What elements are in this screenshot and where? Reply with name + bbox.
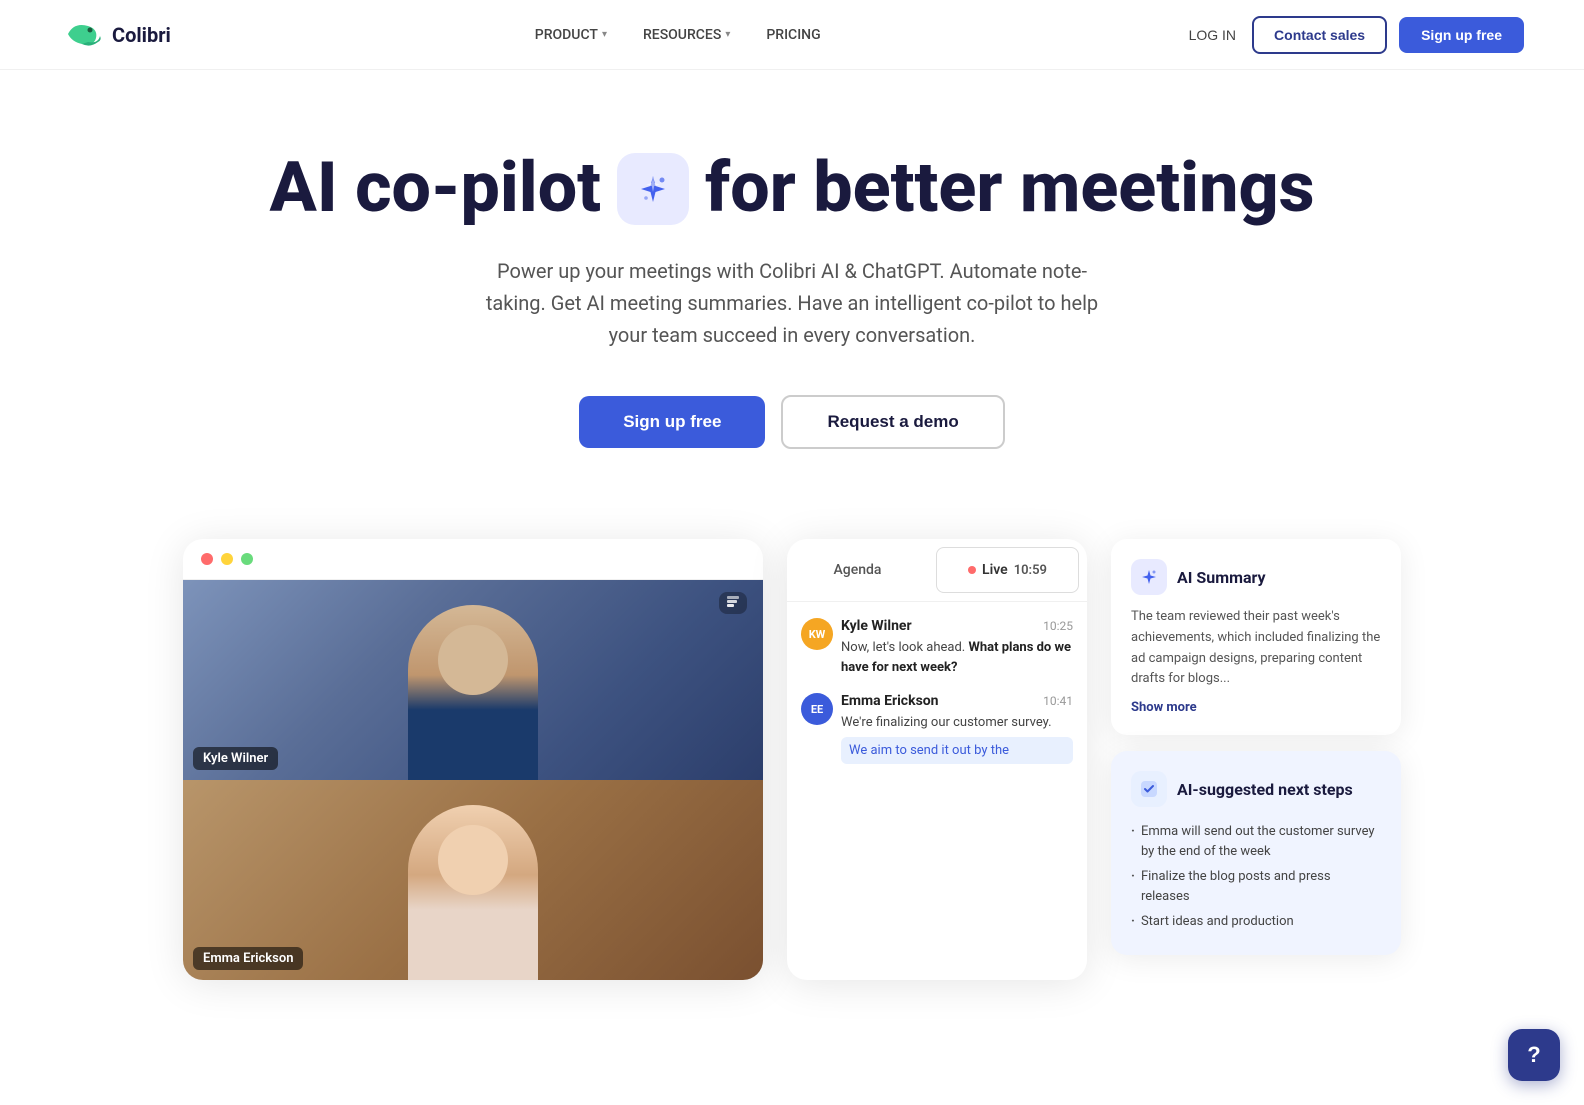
emma-avatar: EE	[801, 693, 833, 725]
ai-summary-icon	[1131, 559, 1167, 595]
ai-steps-icon	[1131, 771, 1167, 807]
emma-message-text: We're finalizing our customer survey.	[841, 713, 1073, 733]
kyle-avatar: KW	[801, 618, 833, 650]
step-3: Start ideas and production	[1131, 909, 1381, 935]
product-chevron: ▾	[602, 29, 607, 40]
emma-video-tile: Emma Erickson	[183, 780, 763, 980]
ai-summary-header: AI Summary	[1131, 559, 1381, 595]
ai-steps-title: AI-suggested next steps	[1177, 780, 1353, 799]
nav-links: PRODUCT ▾ RESOURCES ▾ PRICING	[535, 27, 821, 43]
demo-section: Kyle Wilner Emma Erickson Agenda Live 10…	[0, 509, 1584, 980]
dot-yellow	[221, 553, 233, 565]
ai-steps-header: AI-suggested next steps	[1131, 771, 1381, 807]
logo[interactable]: Colibri	[60, 16, 171, 54]
meeting-video-card: Kyle Wilner Emma Erickson	[183, 539, 763, 980]
tab-agenda[interactable]: Agenda	[787, 548, 928, 592]
brand-name: Colibri	[112, 23, 171, 47]
live-indicator	[968, 566, 976, 574]
transcript-header: Agenda Live 10:59	[787, 539, 1087, 602]
kyle-time: 10:25	[1043, 619, 1073, 633]
nav-actions: LOG IN Contact sales Sign up free	[1185, 16, 1524, 54]
ai-steps-list: Emma will send out the customer survey b…	[1131, 819, 1381, 935]
contact-sales-button[interactable]: Contact sales	[1252, 16, 1387, 54]
transcript-message-kyle: KW Kyle Wilner 10:25 Now, let's look ahe…	[801, 618, 1073, 677]
help-button[interactable]: ?	[1508, 1029, 1560, 1081]
kyle-name: Kyle Wilner	[841, 618, 912, 634]
show-more-button[interactable]: Show more	[1131, 700, 1381, 715]
step-2: Finalize the blog posts and press releas…	[1131, 864, 1381, 909]
hero-title: AI co-pilot for better meetings	[269, 150, 1314, 227]
ai-sparkle-badge	[617, 153, 689, 225]
transcript-message-emma: EE Emma Erickson 10:41 We're finalizing …	[801, 693, 1073, 764]
ai-summary-panel: AI Summary The team reviewed their past …	[1111, 539, 1401, 735]
emma-label: Emma Erickson	[193, 947, 303, 970]
kyle-video-tile: Kyle Wilner	[183, 580, 763, 780]
ai-panels: AI Summary The team reviewed their past …	[1111, 539, 1401, 980]
emma-message-highlighted: We aim to send it out by the	[841, 737, 1073, 764]
ai-summary-text: The team reviewed their past week's achi…	[1131, 607, 1381, 690]
signup-nav-button[interactable]: Sign up free	[1399, 17, 1524, 53]
card-header	[183, 539, 763, 580]
hero-subtitle: Power up your meetings with Colibri AI &…	[472, 255, 1112, 351]
dot-green	[241, 553, 253, 565]
logo-icon	[60, 16, 104, 54]
transcript-body: KW Kyle Wilner 10:25 Now, let's look ahe…	[787, 602, 1087, 778]
signup-hero-button[interactable]: Sign up free	[579, 396, 765, 448]
resources-chevron: ▾	[725, 29, 730, 40]
emma-time: 10:41	[1043, 694, 1073, 708]
navbar: Colibri PRODUCT ▾ RESOURCES ▾ PRICING LO…	[0, 0, 1584, 70]
emma-name: Emma Erickson	[841, 693, 939, 709]
login-button[interactable]: LOG IN	[1185, 19, 1240, 51]
hero-buttons: Sign up free Request a demo	[579, 395, 1005, 449]
dot-red	[201, 553, 213, 565]
request-demo-button[interactable]: Request a demo	[781, 395, 1004, 449]
nav-pricing[interactable]: PRICING	[766, 27, 820, 43]
hero-section: AI co-pilot for better meetings Power up…	[0, 70, 1584, 509]
ai-next-steps-panel: AI-suggested next steps Emma will send o…	[1111, 751, 1401, 955]
ai-summary-title: AI Summary	[1177, 568, 1266, 587]
nav-resources[interactable]: RESOURCES ▾	[643, 27, 730, 43]
kyle-label: Kyle Wilner	[193, 747, 278, 770]
step-1: Emma will send out the customer survey b…	[1131, 819, 1381, 864]
transcript-panel: Agenda Live 10:59 KW Kyle Wilner 10:25	[787, 539, 1087, 980]
kyle-message-text: Now, let's look ahead. What plans do we …	[841, 638, 1073, 677]
nav-product[interactable]: PRODUCT ▾	[535, 27, 607, 43]
tab-live[interactable]: Live 10:59	[936, 547, 1079, 593]
